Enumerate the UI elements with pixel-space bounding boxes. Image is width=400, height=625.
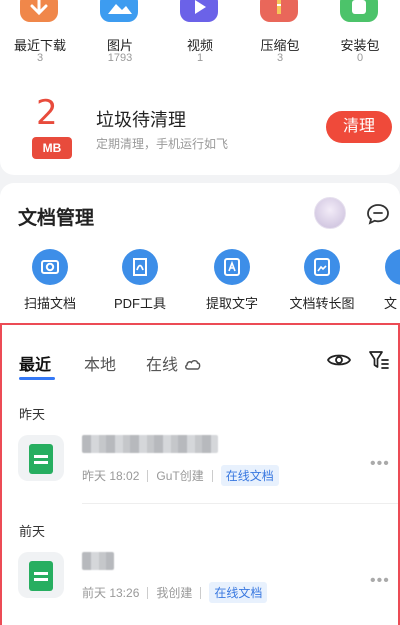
meta-divider <box>211 469 213 482</box>
image-icon <box>100 0 138 22</box>
spreadsheet-icon <box>18 435 64 481</box>
trash-size-unit: MB <box>32 137 72 159</box>
section-label-yesterday: 昨天 <box>19 407 46 422</box>
row-divider <box>82 503 398 504</box>
more-options-icon[interactable]: ••• <box>370 455 390 473</box>
category-count: 3 <box>276 52 284 64</box>
file-creator: 我创建 <box>156 586 193 600</box>
meta-divider <box>200 586 202 599</box>
tool-more-cut[interactable]: 文 <box>360 249 400 312</box>
file-name-redacted <box>82 552 114 570</box>
trash-subtitle: 定期清理，手机运行如飞 <box>96 137 229 151</box>
trash-title: 垃圾待清理 <box>96 110 186 130</box>
tab-recent[interactable]: 最近 <box>19 351 51 375</box>
doc-management-panel: 文档管理 扫描文档 PDF工具 提取文字 文档转长图 文 <box>0 183 400 323</box>
category-apks[interactable]: 安装包 0 <box>320 0 400 80</box>
video-icon <box>180 0 218 22</box>
file-meta: 昨天 18:02 GuT创建 在线文档 <box>82 465 279 486</box>
tool-scan-document[interactable]: 扫描文档 <box>10 249 90 312</box>
category-archives[interactable]: 压缩包 3 <box>240 0 320 80</box>
tool-pdf[interactable]: PDF工具 <box>100 249 180 312</box>
trash-card[interactable]: 2 MB 垃圾待清理 定期清理，手机运行如飞 清理 <box>0 80 400 175</box>
category-images[interactable]: 图片 1793 <box>80 0 160 80</box>
section-label-day-before: 前天 <box>19 524 46 539</box>
eye-icon[interactable] <box>327 352 351 368</box>
online-doc-tag: 在线文档 <box>220 465 279 486</box>
tool-label: 文档转长图 <box>289 296 355 311</box>
zip-icon <box>260 0 298 22</box>
download-icon <box>20 0 58 22</box>
meta-divider <box>147 586 149 599</box>
long-image-icon <box>304 249 340 285</box>
tool-doc-to-long-image[interactable]: 文档转长图 <box>282 249 362 312</box>
tool-label: PDF工具 <box>113 296 166 311</box>
doc-management-title: 文档管理 <box>18 208 95 229</box>
tool-label: 文 <box>384 296 398 311</box>
category-count: 0 <box>356 52 364 64</box>
online-doc-tag: 在线文档 <box>209 582 268 603</box>
trash-size-number: 2 <box>36 93 58 133</box>
tool-label: 提取文字 <box>205 296 258 311</box>
avatar[interactable] <box>314 197 346 229</box>
more-options-icon[interactable]: ••• <box>370 572 390 590</box>
camera-icon <box>32 249 68 285</box>
cloud-icon <box>185 359 201 370</box>
category-count: 1793 <box>107 52 133 64</box>
recent-files-panel: 最近 本地 在线 昨天 昨天 18:02 GuT创建 在线文档 ••• 前天 前… <box>0 323 400 625</box>
active-tab-indicator <box>19 377 55 380</box>
file-creator: GuT创建 <box>156 469 204 483</box>
file-time: 昨天 18:02 <box>82 469 140 483</box>
text-extract-icon <box>214 249 250 285</box>
filter-icon[interactable] <box>368 350 390 370</box>
category-count: 1 <box>196 52 204 64</box>
android-icon <box>340 0 378 22</box>
meta-divider <box>147 469 149 482</box>
spreadsheet-icon <box>18 552 64 598</box>
category-recent-downloads[interactable]: 最近下载 3 <box>0 0 80 80</box>
category-videos[interactable]: 视频 1 <box>160 0 240 80</box>
tool-label: 扫描文档 <box>23 296 76 311</box>
file-name-redacted <box>82 435 218 453</box>
file-row[interactable]: 昨天 18:02 GuT创建 在线文档 ••• <box>2 435 398 504</box>
pdf-icon <box>122 249 158 285</box>
category-count: 3 <box>36 52 44 64</box>
tab-local[interactable]: 本地 <box>84 351 116 375</box>
tool-extract-text[interactable]: 提取文字 <box>192 249 272 312</box>
clean-button[interactable]: 清理 <box>326 111 392 143</box>
tab-online-label: 在线 <box>146 357 179 374</box>
file-time: 前天 13:26 <box>82 586 140 600</box>
category-row: 最近下载 3 图片 1793 视频 1 压缩包 3 安装包 0 <box>0 0 400 80</box>
doc-icon <box>385 249 400 285</box>
file-row[interactable]: 前天 13:26 我创建 在线文档 ••• <box>2 552 398 618</box>
chat-icon[interactable] <box>366 203 390 225</box>
tab-online[interactable]: 在线 <box>146 351 202 375</box>
file-meta: 前天 13:26 我创建 在线文档 <box>82 582 268 603</box>
